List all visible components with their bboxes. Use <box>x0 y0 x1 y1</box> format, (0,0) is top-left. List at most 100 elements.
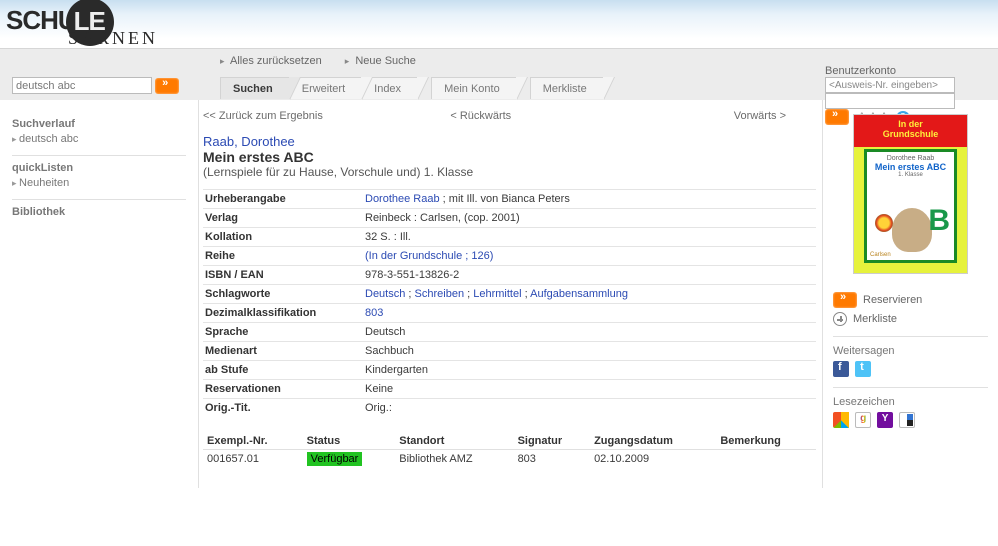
detail-row: ab StufeKindergarten <box>203 361 816 380</box>
cover-title: Mein erstes ABC <box>867 162 954 172</box>
quicklists-heading: quickListen <box>12 162 186 174</box>
copies-header: Status <box>303 433 396 450</box>
detail-row: SchlagworteDeutsch ; Schreiben ; Lehrmit… <box>203 285 816 304</box>
detail-label: Reihe <box>203 247 363 266</box>
bookmark-section: Lesezeichen <box>833 387 988 428</box>
detail-value: 978-3-551-13826-2 <box>363 266 816 285</box>
copies-header: Zugangsdatum <box>590 433 716 450</box>
cover-bear-graphic <box>892 208 932 252</box>
detail-value: 32 S. : Ill. <box>363 228 816 247</box>
search-history-item[interactable]: deutsch abc <box>12 133 186 145</box>
tab-mein-konto[interactable]: Mein Konto <box>431 77 516 99</box>
search-button[interactable] <box>155 78 179 94</box>
detail-link[interactable]: Dorothee Raab <box>365 193 440 205</box>
prev-record-link[interactable]: < Rückwärts <box>450 110 511 122</box>
detail-label: Schlagworte <box>203 285 363 304</box>
record-subtitle: (Lernspiele für zu Hause, Vorschule und)… <box>203 165 816 179</box>
plus-icon <box>833 312 847 326</box>
detail-label: Kollation <box>203 228 363 247</box>
copies-header: Bemerkung <box>716 433 816 450</box>
cover-letter: B <box>928 204 950 238</box>
cover-series-strip: In der Grundschule <box>854 115 967 147</box>
tab-merkliste[interactable]: Merkliste <box>530 77 603 99</box>
watchlist-button[interactable]: Merkliste <box>833 312 988 326</box>
subject-tag[interactable]: Schreiben <box>415 288 465 300</box>
cover-ball-graphic <box>875 214 893 232</box>
detail-label: Medienart <box>203 342 363 361</box>
cover-image[interactable]: In der Grundschule Dorothee Raab Mein er… <box>853 114 968 274</box>
search-input[interactable] <box>12 77 152 94</box>
detail-label: Verlag <box>203 209 363 228</box>
detail-value: Deutsch <box>363 323 816 342</box>
detail-label: Orig.-Tit. <box>203 399 363 418</box>
detail-row: SpracheDeutsch <box>203 323 816 342</box>
copies-header: Exempl.-Nr. <box>203 433 303 450</box>
detail-label: ab Stufe <box>203 361 363 380</box>
detail-row: Orig.-Tit.Orig.: <box>203 399 816 418</box>
detail-value: (In der Grundschule ; 126) <box>363 247 816 266</box>
detail-row: ReservationenKeine <box>203 380 816 399</box>
yahoo-icon[interactable] <box>877 412 893 428</box>
search-history-group: Suchverlauf deutsch abc <box>12 112 186 156</box>
copies-row: 001657.01VerfügbarBibliothek AMZ80302.10… <box>203 450 816 469</box>
record-title: Mein erstes ABC <box>203 149 816 165</box>
library-heading[interactable]: Bibliothek <box>12 206 186 218</box>
details-table: UrheberangabeDorothee Raab ; mit Ill. vo… <box>203 189 816 417</box>
header-band: SCHULE SARNEN <box>0 0 998 48</box>
detail-row: Kollation32 S. : Ill. <box>203 228 816 247</box>
detail-value: Orig.: <box>363 399 816 418</box>
detail-label: Urheberangabe <box>203 190 363 209</box>
detail-value: Kindergarten <box>363 361 816 380</box>
delicious-icon[interactable] <box>899 412 915 428</box>
google-icon[interactable] <box>855 412 871 428</box>
tab-suchen[interactable]: Suchen <box>220 77 289 99</box>
detail-label: Sprache <box>203 323 363 342</box>
bookmark-heading: Lesezeichen <box>833 396 988 408</box>
account-number-input[interactable] <box>825 77 955 93</box>
detail-label: Reservationen <box>203 380 363 399</box>
subject-tag[interactable]: Deutsch <box>365 288 405 300</box>
detail-row: Dezimalklassifikation803 <box>203 304 816 323</box>
back-to-results-link[interactable]: << Zurück zum Ergebnis <box>203 110 323 122</box>
left-sidebar: Suchverlauf deutsch abc quickListen Neuh… <box>0 100 198 243</box>
cover-publisher: Carlsen <box>870 252 891 258</box>
detail-row: ISBN / EAN978-3-551-13826-2 <box>203 266 816 285</box>
account-label: Benutzerkonto <box>825 65 896 77</box>
copy-location: Bibliothek AMZ <box>395 450 513 469</box>
subject-tag[interactable]: Lehrmittel <box>473 288 521 300</box>
subject-tag[interactable]: Aufgabensammlung <box>530 288 628 300</box>
detail-value: Reinbeck : Carlsen, (cop. 2001) <box>363 209 816 228</box>
reserve-icon <box>833 292 857 308</box>
detail-value: 803 <box>363 304 816 323</box>
detail-value: Sachbuch <box>363 342 816 361</box>
watchlist-label: Merkliste <box>853 313 897 325</box>
status-badge: Verfügbar <box>307 452 363 466</box>
detail-row: Reihe(In der Grundschule ; 126) <box>203 247 816 266</box>
copies-table: Exempl.-Nr.StatusStandortSignaturZugangs… <box>203 433 816 468</box>
share-section: Weitersagen <box>833 336 988 377</box>
triangle-icon: ▸ <box>220 56 225 66</box>
library-group: Bibliothek <box>12 200 186 231</box>
detail-row: UrheberangabeDorothee Raab ; mit Ill. vo… <box>203 190 816 209</box>
detail-value: Dorothee Raab ; mit Ill. von Bianca Pete… <box>363 190 816 209</box>
author-link[interactable]: Raab, Dorothee <box>203 134 816 149</box>
cover-author: Dorothee Raab <box>867 155 954 162</box>
reserve-label: Reservieren <box>863 294 922 306</box>
right-sidebar: In der Grundschule Dorothee Raab Mein er… <box>823 100 998 438</box>
facebook-icon[interactable] <box>833 361 849 377</box>
detail-label: Dezimalklassifikation <box>203 304 363 323</box>
detail-link[interactable]: 803 <box>365 307 383 319</box>
new-search-link[interactable]: Neue Suche <box>355 55 416 67</box>
share-heading: Weitersagen <box>833 345 988 357</box>
reset-all-link[interactable]: Alles zurücksetzen <box>230 55 322 67</box>
reserve-button[interactable]: Reservieren <box>833 292 988 308</box>
main-content: << Zurück zum Ergebnis < Rückwärts Vorwä… <box>199 100 822 488</box>
copy-number: 001657.01 <box>203 450 303 469</box>
quicklists-item[interactable]: Neuheiten <box>12 177 186 189</box>
twitter-icon[interactable] <box>855 361 871 377</box>
windows-icon[interactable] <box>833 412 849 428</box>
detail-link[interactable]: (In der Grundschule ; 126) <box>365 250 493 262</box>
copy-note <box>716 450 816 469</box>
next-record-link[interactable]: Vorwärts > <box>734 110 786 122</box>
tab-bar: SuchenErweitertIndexMein KontoMerkliste <box>220 77 603 101</box>
